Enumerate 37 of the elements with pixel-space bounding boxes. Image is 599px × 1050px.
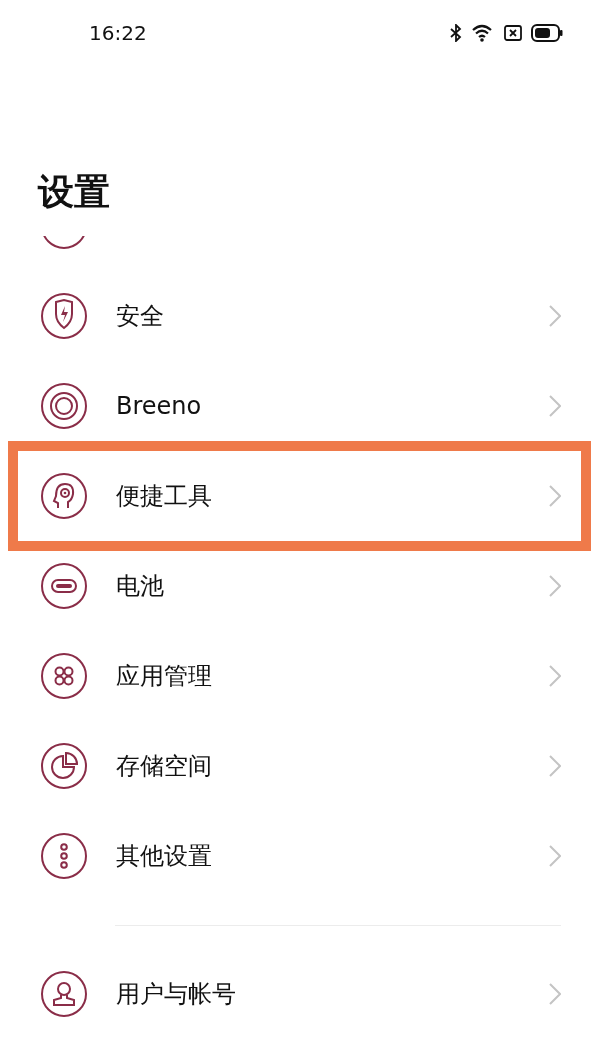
settings-row[interactable]: 用户与帐号 <box>18 949 581 1039</box>
battery-icon <box>531 24 563 42</box>
chevron-icon <box>549 485 561 507</box>
row-label: 其他设置 <box>116 841 212 872</box>
chevron-icon <box>549 575 561 597</box>
row-label: Breeno <box>116 392 202 420</box>
row-label: 用户与帐号 <box>116 979 236 1010</box>
row-label: 电池 <box>116 571 164 602</box>
chevron-icon <box>549 665 561 687</box>
chevron-icon <box>549 395 561 417</box>
chevron-icon <box>549 305 561 327</box>
shield-icon <box>40 292 88 340</box>
row-label: 便捷工具 <box>116 481 212 512</box>
settings-row[interactable]: 存储空间 <box>18 721 581 811</box>
bluetooth-icon <box>450 24 462 42</box>
rings-icon <box>40 382 88 430</box>
head-icon <box>40 472 88 520</box>
row-label: 安全 <box>116 301 164 332</box>
apps-icon <box>40 652 88 700</box>
highlight-frame[interactable]: 便捷工具 <box>18 451 581 541</box>
settings-row[interactable]: 应用管理 <box>18 631 581 721</box>
chevron-icon <box>549 845 561 867</box>
clock-time: 16:22 <box>89 21 147 45</box>
battery-icon <box>40 562 88 610</box>
user-icon <box>40 970 88 1018</box>
sim-card-icon <box>504 25 522 41</box>
row-label: 应用管理 <box>116 661 212 692</box>
chevron-icon <box>549 983 561 1005</box>
settings-row[interactable]: 其他设置 <box>18 811 581 901</box>
page-title: 设置 <box>38 170 111 214</box>
pie-icon <box>40 742 88 790</box>
settings-row[interactable]: 电池 <box>18 541 581 631</box>
row-label: 存储空间 <box>116 751 212 782</box>
dots-icon <box>40 832 88 880</box>
settings-row[interactable]: 安全 <box>18 271 581 361</box>
chevron-icon <box>549 755 561 777</box>
settings-row[interactable]: Breeno <box>18 361 581 451</box>
